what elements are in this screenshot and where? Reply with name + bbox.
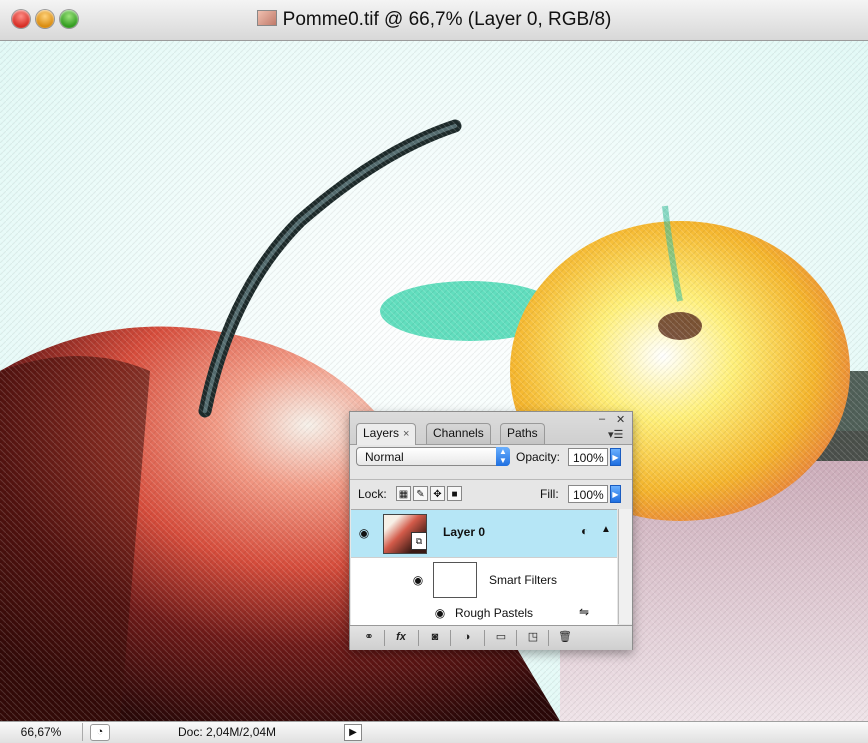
blend-mode-value: Normal bbox=[365, 450, 404, 464]
tab-channels[interactable]: Channels bbox=[426, 423, 491, 444]
filter-row-rough-pastels[interactable]: ◉ Rough Pastels ⇋ bbox=[351, 602, 617, 624]
tab-layers-label: Layers bbox=[363, 426, 400, 440]
panel-close-icon[interactable]: ✕ bbox=[616, 413, 625, 426]
visibility-eye-icon[interactable]: ◉ bbox=[431, 607, 449, 619]
document-icon bbox=[256, 10, 277, 26]
filter-name: Rough Pastels bbox=[455, 606, 534, 620]
document-title-text: Pomme0.tif @ 66,7% (Layer 0, RGB/8) bbox=[282, 9, 612, 30]
separator bbox=[484, 630, 485, 646]
tab-close-icon[interactable]: × bbox=[403, 428, 409, 440]
opacity-slider-arrow-icon[interactable]: ▶ bbox=[610, 448, 621, 466]
panel-minimize-icon[interactable]: – bbox=[599, 413, 605, 425]
opacity-label: Opacity: bbox=[516, 450, 561, 464]
panel-tab-bar: Layers × Channels Paths – ✕ ▾☰ bbox=[350, 412, 632, 445]
zoom-level-field[interactable]: 66,67% bbox=[0, 723, 83, 741]
separator bbox=[548, 630, 549, 646]
layer-row-layer-0[interactable]: ◉ ⧉ Layer 0 ◐ ▲ bbox=[351, 510, 617, 558]
status-bar: 66,67% ◔ Doc: 2,04M/2,04M ▶ bbox=[0, 721, 868, 743]
layers-scrollbar[interactable] bbox=[618, 509, 632, 624]
mask-icon[interactable]: ◙ bbox=[422, 629, 448, 646]
select-arrows-icon: ▲ ▼ bbox=[496, 447, 510, 466]
opacity-input[interactable]: 100% bbox=[568, 448, 608, 466]
blending-options-icon[interactable]: ⇋ bbox=[579, 605, 589, 619]
link-icon[interactable]: ⚭ bbox=[356, 629, 382, 646]
panel-bottom-bar: ⚭ fx ◙ ◑ ▭ ◳ 🗑 bbox=[350, 625, 632, 650]
smart-filter-badge-icon: ◐ bbox=[581, 524, 589, 538]
layers-list: ◉ ⧉ Layer 0 ◐ ▲ ◉ Smart Filters ◉ Rough … bbox=[351, 509, 617, 625]
fill-label: Fill: bbox=[540, 487, 559, 501]
visibility-eye-icon[interactable]: ◉ bbox=[409, 574, 427, 586]
separator bbox=[418, 630, 419, 646]
lock-image-icon[interactable]: ✎ bbox=[413, 486, 428, 501]
adjustment-icon[interactable]: ◑ bbox=[454, 629, 480, 646]
window-titlebar: Pomme0.tif @ 66,7% (Layer 0, RGB/8) bbox=[0, 0, 868, 41]
blend-mode-select[interactable]: Normal ▲ ▼ bbox=[356, 447, 510, 466]
layers-panel: Layers × Channels Paths – ✕ ▾☰ Normal ▲ ▼ … bbox=[349, 411, 633, 650]
trash-icon[interactable]: 🗑 bbox=[552, 629, 578, 646]
new-layer-icon[interactable]: ◳ bbox=[520, 629, 546, 646]
lock-label: Lock: bbox=[358, 487, 387, 501]
tab-channels-label: Channels bbox=[433, 426, 484, 440]
preview-status-icon[interactable]: ◔ bbox=[90, 724, 110, 741]
collapse-triangle-icon[interactable]: ▲ bbox=[601, 524, 611, 535]
folder-icon[interactable]: ▭ bbox=[488, 629, 514, 646]
layer-name: Layer 0 bbox=[443, 525, 486, 539]
separator bbox=[384, 630, 385, 646]
lock-all-icon[interactable]: ■ bbox=[447, 486, 462, 501]
visibility-eye-icon[interactable]: ◉ bbox=[355, 527, 373, 539]
smart-filters-label: Smart Filters bbox=[489, 573, 558, 587]
separator bbox=[516, 630, 517, 646]
status-menu-arrow-icon[interactable]: ▶ bbox=[344, 724, 362, 741]
filter-mask-thumbnail[interactable] bbox=[433, 562, 477, 598]
fill-slider-arrow-icon[interactable]: ▶ bbox=[610, 485, 621, 503]
fill-input[interactable]: 100% bbox=[568, 485, 608, 503]
document-size: Doc: 2,04M/2,04M bbox=[178, 725, 277, 739]
smart-filters-row[interactable]: ◉ Smart Filters bbox=[351, 558, 617, 603]
document-title: Pomme0.tif @ 66,7% (Layer 0, RGB/8) bbox=[0, 0, 868, 40]
lock-transparency-icon[interactable]: ▦ bbox=[396, 486, 411, 501]
smart-object-icon: ⧉ bbox=[411, 532, 427, 550]
lock-row: Lock: ▦ ✎ ✥ ■ Fill: 100% ▶ bbox=[350, 479, 632, 508]
fx-icon[interactable]: fx bbox=[388, 629, 414, 646]
panel-menu-icon[interactable]: ▾☰ bbox=[608, 428, 623, 441]
tab-layers[interactable]: Layers × bbox=[356, 423, 417, 445]
lock-position-icon[interactable]: ✥ bbox=[430, 486, 445, 501]
tab-paths-label: Paths bbox=[507, 426, 538, 440]
tab-paths[interactable]: Paths bbox=[500, 423, 545, 444]
blend-row: Normal ▲ ▼ Opacity: 100% ▶ bbox=[350, 445, 632, 471]
separator bbox=[450, 630, 451, 646]
